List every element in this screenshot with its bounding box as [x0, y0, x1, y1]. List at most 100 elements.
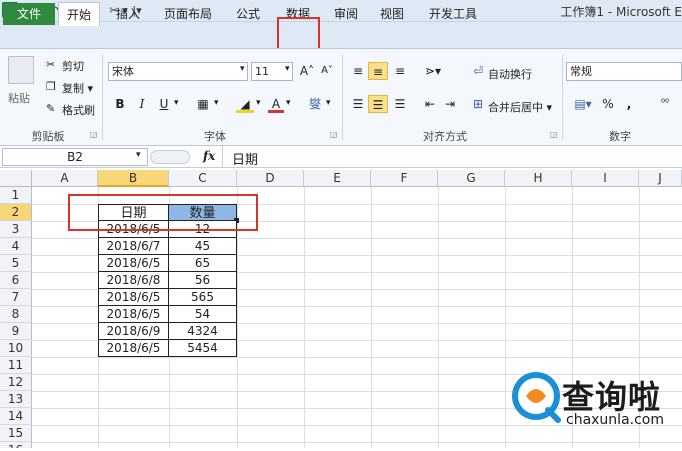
column-header[interactable]: B	[98, 170, 169, 187]
bold-button[interactable]: B	[112, 95, 128, 113]
phonetic-dropdown-icon[interactable]: ▾	[326, 98, 331, 108]
borders-dropdown-icon[interactable]: ▾	[214, 98, 219, 108]
formula-bar-resizer[interactable]	[150, 150, 190, 164]
row-header[interactable]: 10	[0, 340, 32, 357]
column-header[interactable]: E	[304, 170, 371, 187]
table-cell-date[interactable]: 2018/6/8	[98, 272, 169, 289]
paste-button[interactable]: 粘贴	[8, 90, 30, 106]
tab-page-layout[interactable]: 页面布局	[158, 2, 218, 26]
orientation-icon[interactable]: ⋗▾	[420, 62, 446, 80]
clipboard-launcher-icon[interactable]: ◲	[90, 130, 98, 139]
copy-button[interactable]: 复制 ▾	[62, 80, 93, 96]
tab-insert[interactable]: 插入	[108, 2, 148, 26]
cut-button[interactable]: 剪切	[62, 58, 84, 74]
align-top-icon[interactable]: ≡	[348, 62, 368, 80]
paste-icon[interactable]	[8, 56, 34, 84]
increase-indent-icon[interactable]: ⇥	[440, 95, 460, 113]
font-name-combo[interactable]: 宋体	[108, 62, 248, 81]
tab-home[interactable]: 开始	[58, 2, 100, 26]
font-color-button[interactable]: A	[268, 95, 284, 113]
decrease-indent-icon[interactable]: ⇤	[420, 95, 440, 113]
table-cell-date[interactable]: 2018/6/5	[98, 289, 169, 306]
font-size-dropdown-icon[interactable]: ▾	[285, 64, 290, 74]
row-header[interactable]: 3	[0, 221, 32, 238]
row-header[interactable]: 6	[0, 272, 32, 289]
comma-style-button[interactable]: ,	[622, 95, 636, 113]
align-bottom-icon[interactable]: ≡	[390, 62, 410, 80]
column-header[interactable]: A	[32, 170, 98, 187]
table-cell-quantity[interactable]: 45	[169, 238, 237, 255]
select-all-corner[interactable]	[0, 170, 32, 187]
alignment-launcher-icon[interactable]: ◲	[550, 130, 558, 139]
grow-font-button[interactable]: A˄	[298, 62, 316, 80]
scissors-icon[interactable]: ✂	[46, 58, 55, 71]
table-cell-quantity[interactable]: 565	[169, 289, 237, 306]
table-cell-date[interactable]: 2018/6/5	[98, 255, 169, 272]
row-header[interactable]: 5	[0, 255, 32, 272]
table-cell-quantity[interactable]: 4324	[169, 323, 237, 340]
formula-input[interactable]: 日期	[232, 149, 258, 168]
fill-color-dropdown-icon[interactable]: ▾	[256, 98, 261, 108]
row-header[interactable]: 11	[0, 357, 32, 374]
table-cell-quantity[interactable]: 65	[169, 255, 237, 272]
row-header[interactable]: 9	[0, 323, 32, 340]
row-header[interactable]: 2	[0, 204, 32, 221]
font-name-dropdown-icon[interactable]: ▾	[240, 64, 245, 74]
font-launcher-icon[interactable]: ◲	[330, 130, 338, 139]
align-left-icon[interactable]: ☰	[348, 95, 368, 113]
table-cell-quantity[interactable]: 5454	[169, 340, 237, 357]
table-cell-date[interactable]: 2018/6/5	[98, 306, 169, 323]
tab-view[interactable]: 视图	[372, 2, 412, 26]
column-header[interactable]: I	[572, 170, 639, 187]
align-middle-icon[interactable]: ≡	[368, 62, 388, 80]
underline-button[interactable]: U	[156, 95, 172, 113]
wrap-text-button[interactable]: 自动换行	[488, 66, 532, 82]
number-format-combo[interactable]: 常规	[566, 62, 682, 81]
font-color-dropdown-icon[interactable]: ▾	[286, 98, 291, 108]
column-header[interactable]: J	[639, 170, 682, 187]
row-header[interactable]: 16	[0, 442, 32, 448]
column-header[interactable]: D	[237, 170, 304, 187]
column-header[interactable]: C	[169, 170, 237, 187]
table-cell-date[interactable]: 2018/6/9	[98, 323, 169, 340]
row-header[interactable]: 8	[0, 306, 32, 323]
table-cell-date[interactable]: 2018/6/5	[98, 340, 169, 357]
increase-decimal-button[interactable]: ⁰⁰	[650, 95, 680, 113]
row-header[interactable]: 12	[0, 374, 32, 391]
name-box[interactable]: B2	[2, 148, 148, 166]
merge-center-icon[interactable]: ⊞	[470, 95, 486, 113]
row-header[interactable]: 13	[0, 391, 32, 408]
column-header[interactable]: F	[371, 170, 438, 187]
column-header[interactable]: G	[438, 170, 505, 187]
row-header[interactable]: 4	[0, 238, 32, 255]
row-header[interactable]: 7	[0, 289, 32, 306]
shrink-font-button[interactable]: A˅	[318, 62, 336, 80]
tab-formulas[interactable]: 公式	[228, 2, 268, 26]
merge-center-button[interactable]: 合并后居中 ▾	[488, 99, 552, 115]
column-header[interactable]: H	[505, 170, 572, 187]
row-header[interactable]: 14	[0, 408, 32, 425]
percent-style-button[interactable]: %	[600, 95, 616, 113]
borders-button[interactable]: ▦	[194, 95, 212, 113]
fill-color-button[interactable]: ◢	[236, 95, 254, 113]
table-cell-date[interactable]: 2018/6/7	[98, 238, 169, 255]
table-cell-quantity[interactable]: 56	[169, 272, 237, 289]
format-painter-icon[interactable]: ✎	[46, 102, 55, 115]
tab-file[interactable]: 文件	[3, 3, 55, 25]
align-right-icon[interactable]: ☰	[390, 95, 410, 113]
name-box-dropdown-icon[interactable]: ▾	[136, 150, 141, 160]
tab-review[interactable]: 审阅	[326, 2, 366, 26]
row-header[interactable]: 15	[0, 425, 32, 442]
copy-icon[interactable]: ❐	[46, 80, 56, 93]
row-header[interactable]: 1	[0, 187, 32, 204]
align-center-icon[interactable]: ☰	[368, 95, 388, 113]
wrap-text-icon[interactable]: ⏎	[470, 62, 486, 80]
tab-developer[interactable]: 开发工具	[422, 2, 484, 26]
insert-function-icon[interactable]: fx	[203, 149, 215, 163]
table-cell-quantity[interactable]: 54	[169, 306, 237, 323]
underline-dropdown-icon[interactable]: ▾	[174, 98, 179, 108]
phonetic-guide-button[interactable]: 燮	[306, 95, 324, 113]
format-painter-button[interactable]: 格式刷	[62, 102, 95, 118]
italic-button[interactable]: I	[134, 95, 150, 113]
accounting-format-icon[interactable]: ▤▾	[568, 95, 598, 113]
